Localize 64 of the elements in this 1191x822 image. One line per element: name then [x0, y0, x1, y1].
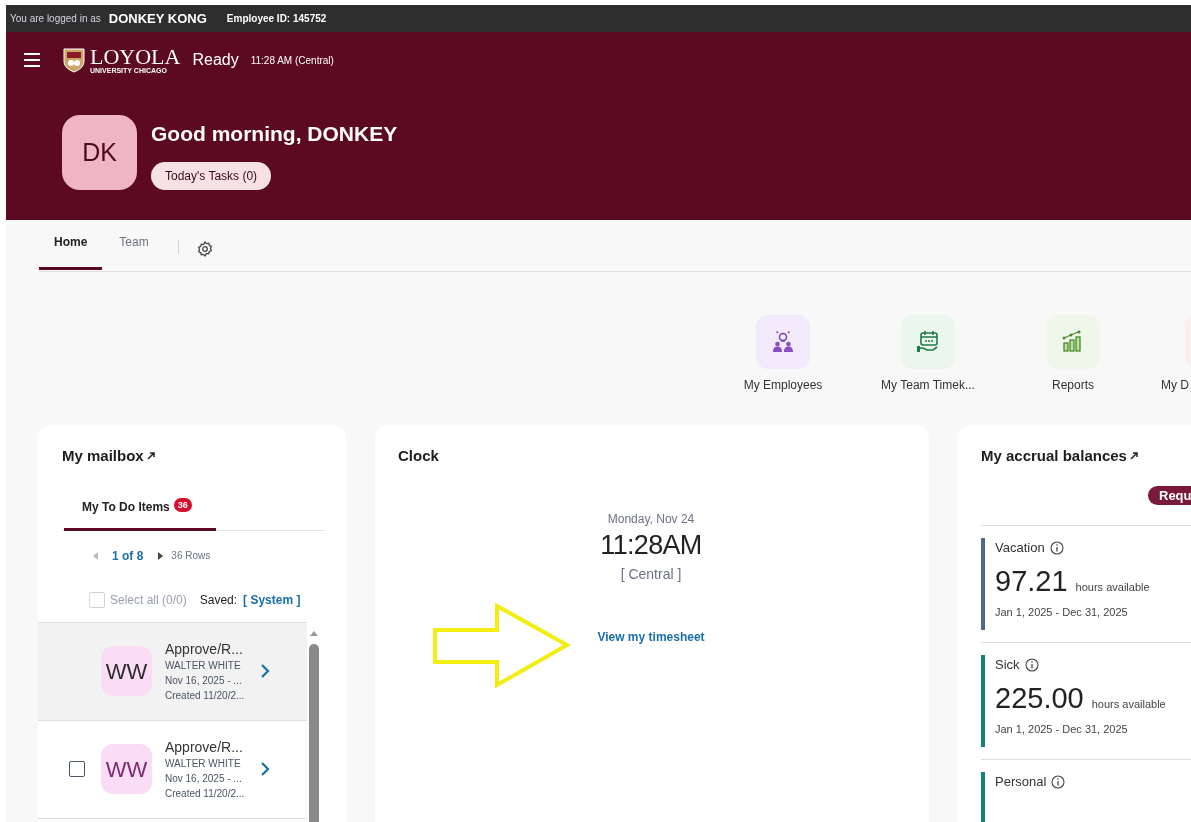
tab[interactable]: Home: [39, 233, 103, 270]
clock-date: Monday, Nov 24: [607, 510, 695, 528]
card-title: Clock: [397, 446, 440, 466]
user-name: DONKEY KONG: [108, 9, 207, 28]
accrual-amount: 225.00: [995, 680, 1084, 715]
view-timesheet-link[interactable]: View my timesheet: [597, 627, 705, 646]
logo-text: LOYOLA: [90, 46, 181, 67]
user-avatar: DK: [62, 115, 137, 190]
settings-icon[interactable]: [196, 241, 213, 257]
calendar-hand-icon[interactable]: [915, 329, 941, 355]
header-time: 11:28 AM (Central): [250, 53, 334, 68]
accrual-period: Jan 1, 2025 - Dec 31, 2025: [995, 721, 1129, 737]
row-period: Nov 16, 2025 - ...: [165, 771, 243, 786]
accrual-unit: hours available: [1075, 579, 1150, 595]
people-idea-icon[interactable]: [770, 329, 796, 355]
row-checkbox[interactable]: [69, 761, 85, 777]
accrual-name: Vacation: [995, 539, 1045, 557]
shortcut-label[interactable]: My D: [1161, 376, 1189, 394]
external-link-icon[interactable]: [146, 452, 155, 461]
accrual-period: Jan 1, 2025 - Dec 31, 2025: [995, 604, 1129, 620]
employee-id: Employee ID: 145752: [226, 12, 327, 26]
greeting: Good morning, DONKEY: [151, 121, 398, 147]
shortcut-label[interactable]: My Team Timek...: [881, 376, 975, 394]
row-created: Created 11/20/2...: [165, 786, 246, 801]
clock-time: 11:28AM: [600, 528, 702, 562]
info-icon[interactable]: [1049, 540, 1064, 555]
external-link-icon[interactable]: [1129, 452, 1138, 461]
accrual-name: Personal: [995, 773, 1047, 791]
request-button[interactable]: Requ: [1148, 485, 1191, 505]
card-title[interactable]: My accrual balances: [981, 445, 1127, 468]
accrual-amount: 97.21: [995, 563, 1068, 598]
chevron-right-icon[interactable]: [260, 663, 270, 679]
session-label: You are logged in as: [10, 12, 101, 26]
menu-icon[interactable]: [24, 53, 40, 67]
shortcut-label[interactable]: Reports: [1052, 376, 1094, 394]
row-name: WALTER WHITE: [165, 756, 242, 771]
info-icon[interactable]: [1024, 657, 1039, 672]
chevron-right-icon[interactable]: [260, 761, 270, 777]
row-name: WALTER WHITE: [165, 658, 242, 673]
row-created: Created 11/20/2...: [165, 688, 246, 703]
shortcut-label[interactable]: My Employees: [743, 376, 823, 394]
next-page-icon[interactable]: [158, 551, 165, 560]
info-icon[interactable]: [1051, 774, 1066, 789]
select-all-label: Select all (0/0): [110, 591, 187, 609]
row-count: 36 Rows: [171, 549, 211, 563]
todays-tasks-button[interactable]: Today's Tasks (0): [151, 161, 272, 190]
accrual-name: Sick: [995, 656, 1020, 674]
time-zone: [ Central ]: [620, 564, 682, 584]
todo-row[interactable]: WW Approve/R... WALTER WHITE Nov 16, 2025 - ... Created 11/20/2...: [38, 622, 307, 721]
card-title[interactable]: My mailbox: [62, 445, 144, 468]
saved-view-link[interactable]: [ System ]: [243, 590, 301, 609]
saved-label: Saved:: [199, 591, 238, 609]
page-indicator: 1 of 8: [112, 547, 144, 565]
accrual-unit: hours available: [1091, 696, 1166, 712]
count-badge: 36: [173, 497, 192, 512]
shield-icon: [62, 47, 86, 73]
status-text: Ready: [192, 50, 239, 70]
initials-avatar: WW: [101, 744, 152, 794]
initials-avatar: WW: [101, 646, 152, 696]
row-period: Nov 16, 2025 - ...: [165, 673, 243, 688]
to-do-items-tab[interactable]: My To Do Items 36: [64, 497, 216, 531]
tab[interactable]: Team: [112, 233, 156, 270]
row-title: Approve/R...: [165, 737, 244, 756]
row-title: Approve/R...: [165, 639, 244, 658]
